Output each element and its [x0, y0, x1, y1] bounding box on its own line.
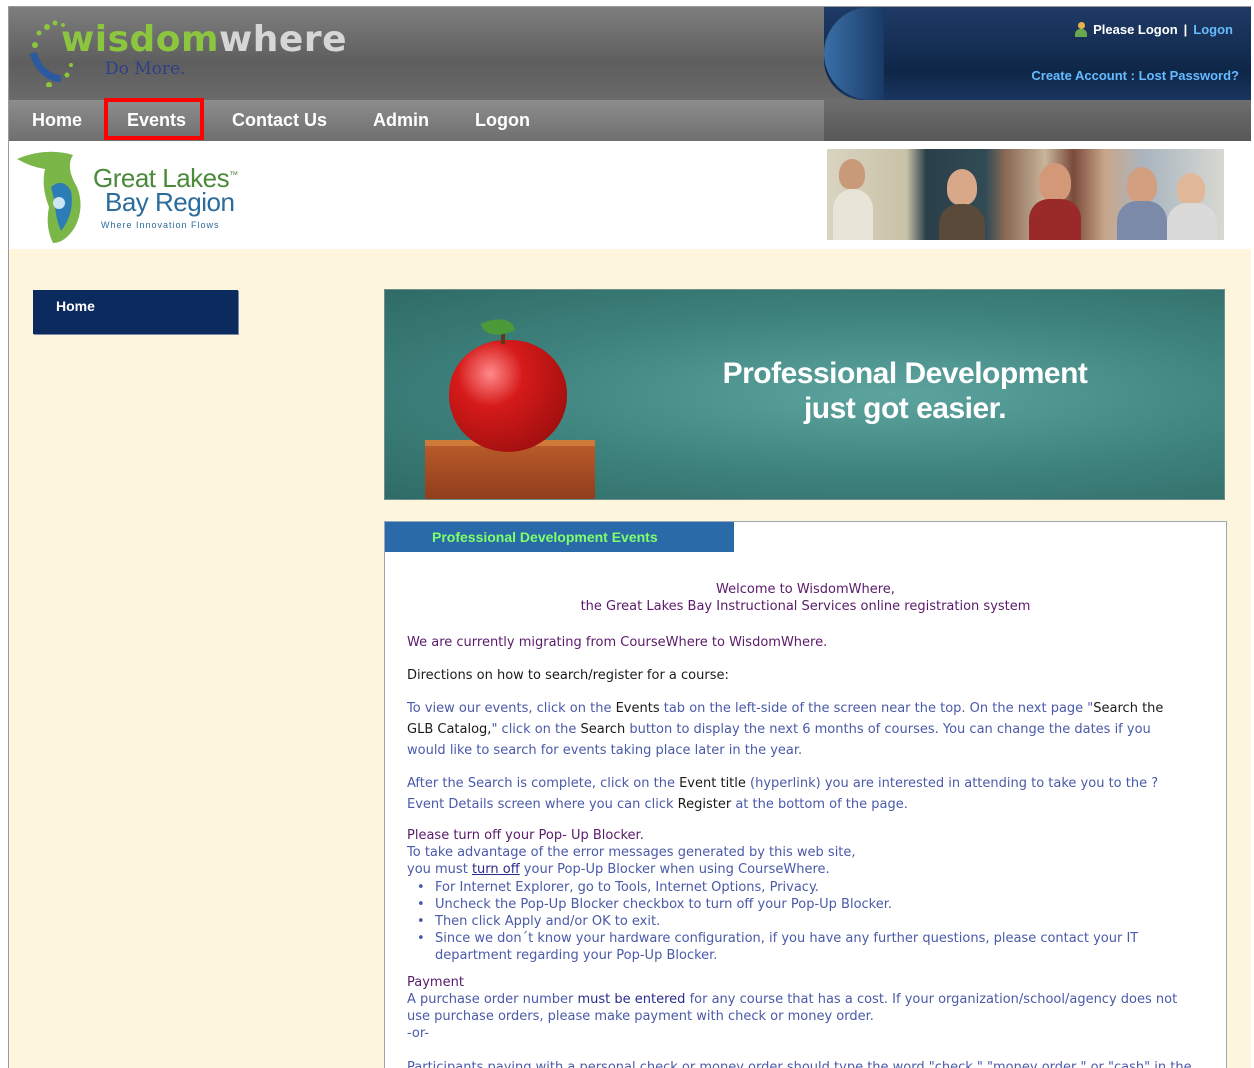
nav-home[interactable]: Home [32, 100, 82, 141]
photo-person-4-body [1117, 201, 1167, 240]
popup-blocker-line2: you must turn off your Pop-Up Blocker wh… [407, 862, 830, 877]
account-links-separator: : [1130, 68, 1135, 83]
site-logo[interactable]: wisdomwhere [61, 19, 347, 60]
list-item: Uncheck the Pop-Up Blocker checkbox to t… [407, 896, 1138, 913]
main-nav-right [824, 100, 1251, 141]
list-item: Then click Apply and/or OK to exit. [407, 913, 1138, 930]
photo-person-5-body [1167, 203, 1217, 240]
brand-line-2: Bay Region [105, 187, 235, 217]
welcome-line-1: Welcome to WisdomWhere, [716, 582, 895, 597]
lost-password-link[interactable]: Lost Password? [1139, 68, 1239, 83]
header-photo-strip [827, 149, 1224, 240]
photo-person-1 [839, 159, 865, 189]
logo-word-2: where [219, 19, 348, 60]
hero-line-1: Professional Development [722, 357, 1088, 390]
directions-heading: Directions on how to search/register for… [407, 668, 729, 683]
photo-person-2 [947, 169, 977, 205]
payment-or: -or- [407, 1026, 430, 1041]
apple-image [449, 340, 567, 452]
directions-p1-line2: GLB Catalog," click on the Search button… [407, 722, 1151, 737]
photo-person-5 [1177, 173, 1205, 205]
photo-person-3-body [1029, 199, 1081, 240]
tab-label: Professional Development Events [432, 529, 658, 545]
brand-line-3: Where Innovation Flows [101, 220, 220, 230]
nav-logon[interactable]: Logon [475, 100, 530, 141]
photo-person-3 [1039, 163, 1071, 201]
welcome-line-2: the Great Lakes Bay Instructional Servic… [580, 599, 1031, 614]
directions-p2-line1: After the Search is complete, click on t… [407, 776, 1159, 791]
hero-headline: Professional Development just got easier… [655, 356, 1155, 426]
logo-word-1: wisdom [61, 19, 220, 60]
login-separator: | [1183, 22, 1188, 37]
tab-professional-development-events[interactable]: Professional Development Events [385, 522, 734, 552]
sidebar-item-home[interactable]: Home [33, 290, 238, 334]
photo-person-1-body [833, 189, 873, 240]
payment-line2: use purchase orders, please make payment… [407, 1009, 874, 1024]
events-highlight-box [104, 98, 204, 140]
logon-link[interactable]: Logon [1193, 22, 1233, 37]
brand-trademark: ™ [229, 169, 238, 180]
list-item: Since we don´t know your hardware config… [407, 930, 1138, 947]
payment-heading: Payment [407, 975, 464, 990]
payment-line1: A purchase order number must be entered … [407, 992, 1178, 1007]
hero-banner: Professional Development just got easier… [384, 289, 1225, 500]
directions-p1-line1: To view our events, click on the Events … [407, 701, 1164, 716]
directions-p2-line2: Event Details screen where you can click… [407, 797, 908, 812]
login-status-row: Please Logon | Logon [1075, 22, 1233, 37]
brand-strip: Great Lakes™ Bay Region Where Innovation… [9, 141, 1251, 249]
migrating-notice: We are currently migrating from CourseWh… [407, 635, 828, 650]
apple-leaf [480, 313, 516, 341]
popup-instructions-list: For Internet Explorer, go to Tools, Inte… [407, 879, 1138, 964]
popup-blocker-line1: To take advantage of the error messages … [407, 845, 856, 860]
popup-blocker-heading: Please turn off your Pop- Up Blocker. [407, 828, 644, 843]
logo-tagline: Do More. [105, 59, 186, 79]
please-logon-text: Please Logon [1093, 22, 1178, 37]
nav-admin[interactable]: Admin [373, 100, 429, 141]
create-account-link[interactable]: Create Account [1031, 68, 1127, 83]
list-item: For Internet Explorer, go to Tools, Inte… [407, 879, 1138, 896]
login-panel [824, 7, 1251, 100]
photo-person-2-body [939, 204, 985, 240]
hero-line-2: just got easier. [803, 392, 1007, 425]
page-frame: wisdomwhere Do More. Please Logon | Logo… [8, 6, 1251, 1068]
events-content-panel: Professional Development Events Welcome … [384, 521, 1227, 1068]
list-item-continuation: department regarding your Pop-Up Blocker… [435, 948, 718, 963]
account-links-row: Create Account : Lost Password? [1031, 68, 1239, 83]
photo-person-4 [1127, 167, 1157, 203]
nav-contact-us[interactable]: Contact Us [232, 100, 327, 141]
sidebar-item-home-label: Home [56, 298, 95, 314]
site-header: wisdomwhere Do More. Please Logon | Logo… [9, 7, 1251, 100]
turn-off-emphasis: turn off [471, 862, 520, 877]
directions-p1-line3: would like to search for events taking p… [407, 743, 803, 758]
user-icon [1075, 22, 1088, 37]
